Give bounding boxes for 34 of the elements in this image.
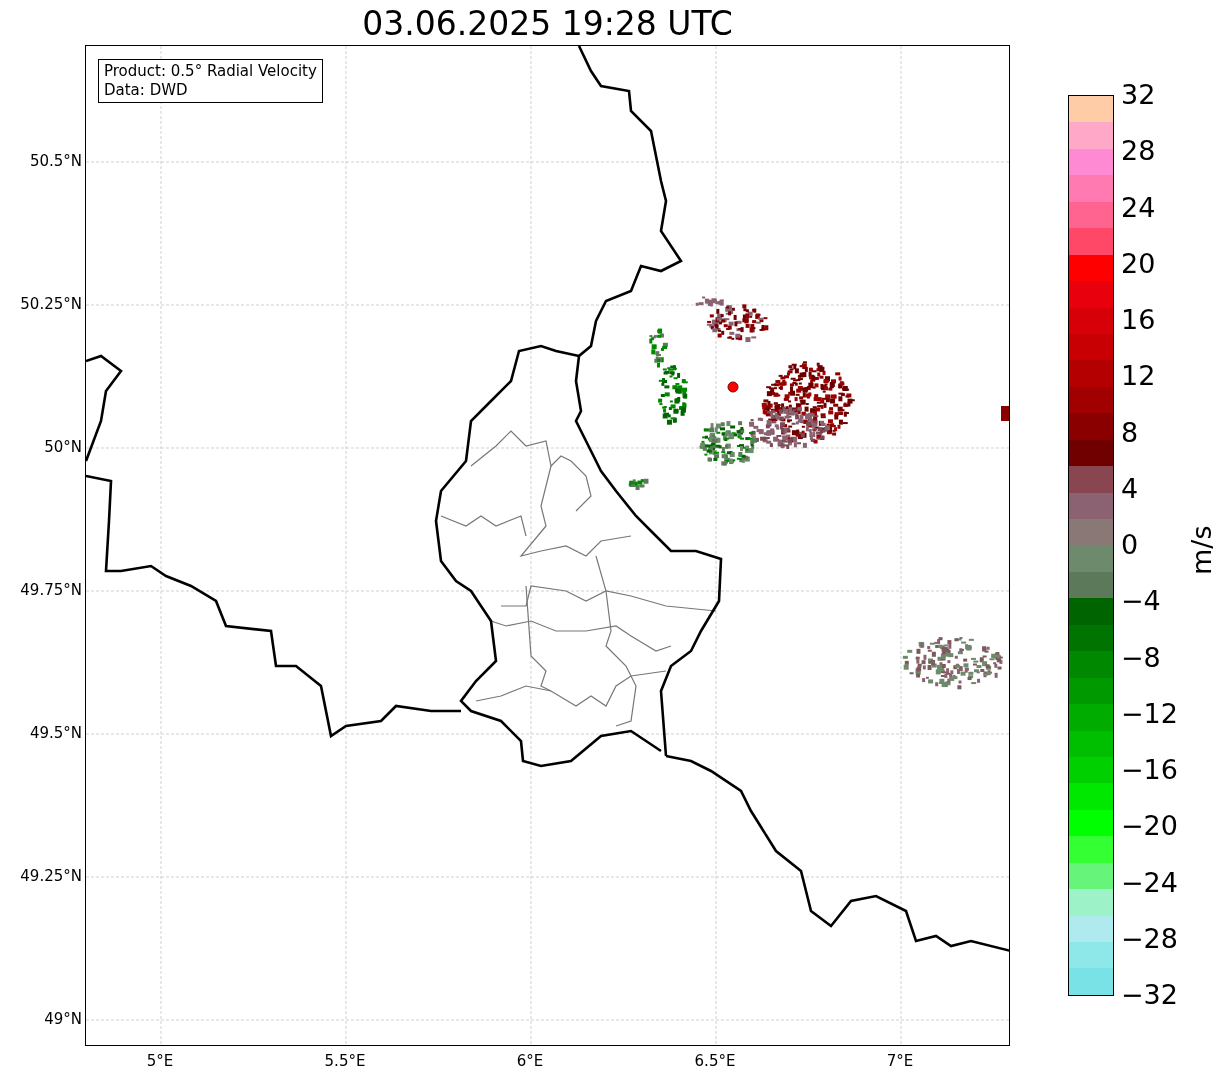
latitude-label: 49.75°N	[20, 581, 82, 599]
radar-site-marker	[727, 381, 739, 393]
longitude-label: 5°E	[145, 1052, 175, 1070]
colorbar-tick-label: 20	[1121, 248, 1156, 279]
latitude-label: 49°N	[44, 1010, 82, 1028]
colorbar-tick-label: −16	[1121, 755, 1178, 785]
legend-text: Product: 0.5° Radial Velocity	[104, 62, 317, 81]
legend-text: Data: DWD	[104, 81, 189, 100]
colorbar-axis-label: m/s	[1185, 525, 1219, 575]
colorbar-tick-label: 28	[1121, 136, 1156, 167]
colorbar-tick-label: −12	[1121, 698, 1178, 729]
latitude-label: 49.5°N	[29, 724, 82, 742]
longitude-label: 7°E	[885, 1052, 915, 1070]
colorbar-tick-label: 8	[1121, 417, 1139, 448]
colorbar-tick-label: 32	[1121, 80, 1156, 110]
colorbar-tick-label: 16	[1121, 305, 1156, 335]
colorbar-tick-label: −32	[1121, 980, 1178, 1010]
colorbar-tick-label: −28	[1121, 923, 1178, 954]
latitude-label: 50°N	[44, 438, 82, 456]
chart-title: 03.06.2025 19:28 UTC	[361, 4, 734, 44]
latitude-label: 50.5°N	[29, 152, 82, 170]
longitude-label: 6.5°E	[693, 1052, 737, 1070]
colorbar-tick-label: −4	[1121, 586, 1161, 617]
colorbar-tick-label: 4	[1121, 473, 1139, 504]
colorbar-tick-label: −24	[1121, 867, 1178, 898]
longitude-label: 6°E	[515, 1052, 545, 1070]
colorbar-tick-label: 0	[1121, 530, 1139, 560]
latitude-label: 49.25°N	[20, 867, 82, 885]
longitude-label: 5.5°E	[323, 1052, 367, 1070]
colorbar-tick-label: −8	[1121, 642, 1161, 673]
latitude-label: 50.25°N	[20, 295, 82, 313]
colorbar-tick-label: −20	[1121, 811, 1178, 842]
colorbar-tick-label: 24	[1121, 192, 1156, 223]
colorbar-tick-label: 12	[1121, 361, 1156, 392]
